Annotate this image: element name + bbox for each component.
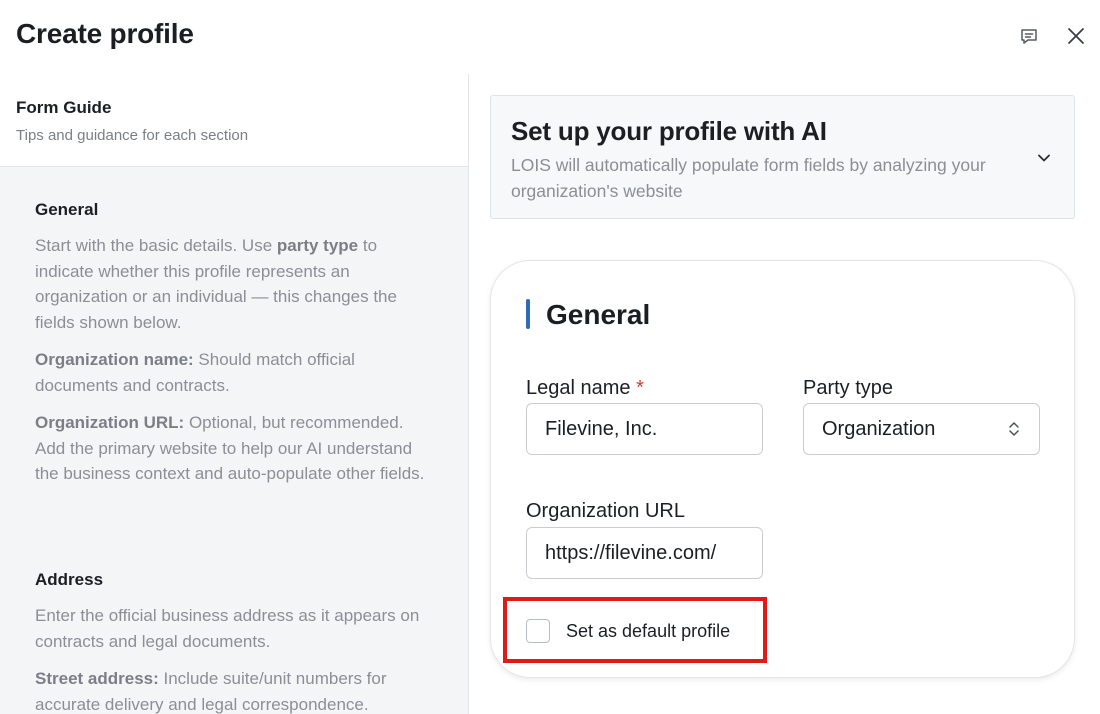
form-guide-header: Form Guide Tips and guidance for each se… (0, 74, 468, 167)
guide-general-heading: General (35, 200, 99, 219)
ai-setup-panel[interactable]: Set up your profile with AI LOIS will au… (490, 95, 1075, 219)
general-section-title: General (546, 299, 651, 330)
guide-address-heading: Address (35, 570, 104, 589)
general-section-card: General Legal name * Filevine, Inc. Part… (490, 260, 1075, 678)
guide-org-url-tip: Organization URL: Optional, but recommen… (35, 413, 425, 483)
form-guide-title: Form Guide (16, 98, 112, 117)
legal-name-input[interactable]: Filevine, Inc. (526, 403, 763, 455)
default-profile-label: Set as default profile (566, 620, 731, 641)
party-type-select[interactable]: Organization (803, 403, 1040, 455)
required-asterisk: * (636, 377, 644, 399)
chevron-down-icon[interactable] (1035, 149, 1053, 167)
guide-general-intro: Start with the basic details. Use party … (35, 236, 397, 332)
section-accent-bar (526, 299, 530, 329)
guide-address-intro: Enter the official business address as i… (35, 606, 420, 651)
guide-org-name-tip: Organization name: Should match official… (35, 350, 355, 395)
close-icon (1068, 28, 1084, 44)
default-profile-checkbox[interactable] (526, 619, 550, 643)
page-title: Create profile (16, 18, 194, 49)
ai-setup-title: Set up your profile with AI (511, 116, 827, 146)
org-url-input[interactable]: https://filevine.com/ (526, 527, 763, 579)
legal-name-label: Legal name * (526, 377, 644, 399)
form-main: Set up your profile with AI LOIS will au… (470, 74, 1100, 714)
org-url-label: Organization URL (526, 500, 685, 522)
party-type-label: Party type (803, 377, 894, 399)
updown-chevron-icon (1009, 422, 1019, 436)
chat-bubble-icon (1021, 29, 1037, 44)
guide-section-general: General Start with the basic details. Us… (35, 200, 435, 487)
close-button[interactable] (1062, 22, 1090, 50)
default-profile-option[interactable]: Set as default profile (526, 619, 730, 643)
header: Create profile (0, 0, 1100, 74)
form-guide-subtitle: Tips and guidance for each section (16, 127, 249, 144)
guide-street-tip: Street address: Include suite/unit numbe… (35, 669, 387, 714)
guide-section-address: Address Enter the official business addr… (35, 570, 435, 714)
form-guide-panel: Form Guide Tips and guidance for each se… (0, 74, 469, 714)
feedback-button[interactable] (1015, 22, 1043, 50)
ai-setup-description: LOIS will automatically populate form fi… (511, 155, 986, 201)
